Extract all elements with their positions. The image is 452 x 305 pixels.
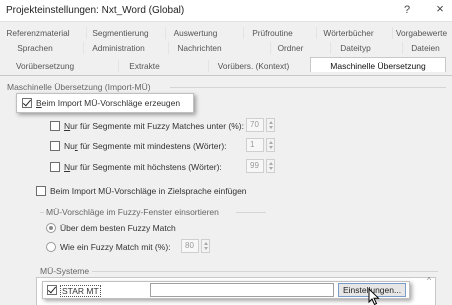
mouse-cursor-icon xyxy=(368,288,380,305)
tab-maschinelle-uebersetzung[interactable]: Maschinelle Übersetzung xyxy=(310,57,446,72)
tab-ordner[interactable]: Ordner xyxy=(270,42,310,54)
fuzzy-under-checkbox[interactable] xyxy=(50,121,60,131)
radio-with-fuzzy[interactable] xyxy=(46,242,56,252)
min-words-value[interactable]: 1 xyxy=(246,138,264,152)
max-words-stepper[interactable] xyxy=(266,159,275,173)
target-insert-label[interactable]: Beim Import MÜ-Vorschläge in Zielsprache… xyxy=(50,186,247,196)
settings-panel: Maschinelle Übersetzung (Import-MÜ) Beim… xyxy=(0,75,452,305)
tab-dateityp[interactable]: Dateityp xyxy=(330,42,380,54)
systems-divider xyxy=(92,271,438,272)
min-words-label-rest: für Segmente mit mindestens (Wörter): xyxy=(77,141,227,151)
tab-row-3: Vorübersetzung Extrakte Vorübers. (Konte… xyxy=(0,57,452,72)
tab-vorgabewerte[interactable]: Vorgabewerte xyxy=(392,27,450,39)
star-mt-label[interactable]: STAR MT xyxy=(60,285,101,297)
min-words-stepper[interactable] xyxy=(266,138,275,152)
generate-label-rest: eim Import MÜ-Vorschläge erzeugen xyxy=(41,98,181,108)
fuzzy-under-label[interactable]: Nur für Segmente mit Fuzzy Matches unter… xyxy=(64,121,244,131)
import-section-title: Maschinelle Übersetzung (Import-MÜ) xyxy=(7,82,151,92)
title-bar: Projekteinstellungen: Nxt_Word (Global) … xyxy=(0,0,452,22)
tab-nachrichten[interactable]: Nachrichten xyxy=(168,42,230,54)
group-border-right-top xyxy=(236,212,266,213)
max-words-value[interactable]: 99 xyxy=(246,159,264,173)
tab-auswertung[interactable]: Auswertung xyxy=(165,27,225,39)
window-title: Projekteinstellungen: Nxt_Word (Global) xyxy=(6,5,185,16)
with-fuzzy-value[interactable]: 80 xyxy=(181,239,199,253)
tab-administration[interactable]: Administration xyxy=(83,42,153,54)
generate-label[interactable]: Beim Import MÜ-Vorschläge erzeugen xyxy=(36,98,180,108)
tab-vorubersetzung[interactable]: Vorübersetzung xyxy=(10,60,80,72)
systems-title: MÜ-Systeme xyxy=(40,266,90,276)
max-words-checkbox[interactable] xyxy=(50,162,60,172)
fuzzy-under-stepper[interactable] xyxy=(266,118,275,132)
max-words-label[interactable]: Nur für Segmente mit höchstens (Wörter): xyxy=(64,162,222,172)
target-insert-checkbox[interactable] xyxy=(36,186,46,196)
tab-row-1: Referenzmaterial Segmentierung Auswertun… xyxy=(0,27,452,39)
section-divider xyxy=(170,87,446,88)
tab-sprachen[interactable]: Sprachen xyxy=(10,42,60,54)
help-button[interactable]: ? xyxy=(400,3,414,17)
tab-pruefroutine[interactable]: Prüfroutine xyxy=(243,27,301,39)
group-border-left-top xyxy=(40,212,44,213)
generate-checkbox[interactable] xyxy=(22,98,32,108)
radio-with-fuzzy-label[interactable]: Wie ein Fuzzy Match mit (%): xyxy=(60,242,171,252)
with-fuzzy-stepper[interactable] xyxy=(201,239,210,253)
fuzzy-window-title: MÜ-Vorschläge im Fuzzy-Fenster einsortie… xyxy=(46,207,219,217)
tab-dateien[interactable]: Dateien xyxy=(402,42,448,54)
fuzzy-under-label-rest: ur für Segmente mit Fuzzy Matches unter … xyxy=(70,121,244,131)
star-mt-settings-field[interactable] xyxy=(150,283,334,297)
tab-vorubers-kontext[interactable]: Vorübers. (Kontext) xyxy=(208,60,298,72)
max-words-label-rest: ur für Segmente mit höchstens (Wörter): xyxy=(70,162,222,172)
radio-best-match-label[interactable]: Über dem besten Fuzzy Match xyxy=(60,223,176,233)
tab-strip: Referenzmaterial Segmentierung Auswertun… xyxy=(0,23,452,75)
fuzzy-under-value[interactable]: 70 xyxy=(246,118,264,132)
close-button[interactable]: × xyxy=(433,2,447,16)
scroll-up-icon[interactable]: ^ xyxy=(424,276,434,285)
min-words-pre: Nu xyxy=(64,141,75,151)
tab-segmentierung[interactable]: Segmentierung xyxy=(86,27,154,39)
min-words-label[interactable]: Nur für Segmente mit mindestens (Wörter)… xyxy=(64,141,227,151)
min-words-checkbox[interactable] xyxy=(50,141,60,151)
radio-best-match[interactable] xyxy=(46,223,56,233)
tab-row-2: Sprachen Administration Nachrichten Ordn… xyxy=(0,42,452,54)
tab-referenzmaterial[interactable]: Referenzmaterial xyxy=(4,27,72,39)
tab-woerterbuecher[interactable]: Wörterbücher xyxy=(316,27,380,39)
star-mt-checkbox[interactable] xyxy=(47,285,57,295)
tab-extrakte[interactable]: Extrakte xyxy=(118,60,170,72)
